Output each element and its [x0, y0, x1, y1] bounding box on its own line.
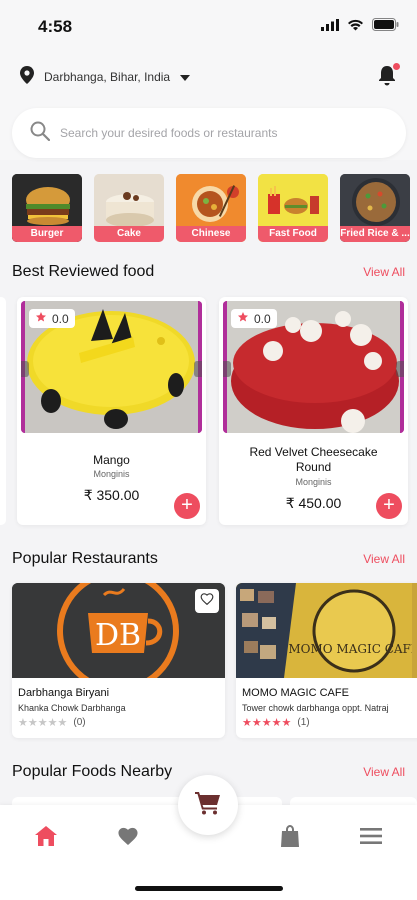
category-burger[interactable]: Burger: [12, 174, 82, 242]
wifi-icon: [347, 18, 364, 36]
popular-foods-nearby-title: Popular Foods Nearby: [12, 763, 173, 780]
home-icon: [35, 825, 57, 851]
rating-value: 0.0: [254, 311, 271, 326]
star-rating: ★★★★★: [18, 716, 67, 729]
food-restaurant: Monginis: [295, 477, 332, 487]
menu-icon: [360, 827, 382, 849]
location-pin-icon: [20, 66, 34, 87]
food-name: Red Velvet Cheesecake Round: [249, 445, 378, 474]
favorite-button[interactable]: [195, 589, 219, 613]
best-reviewed-view-all[interactable]: View All: [363, 265, 405, 279]
bell-icon: [377, 66, 397, 90]
category-chinese[interactable]: Chinese: [176, 174, 246, 242]
star-icon: ★: [57, 717, 68, 729]
notification-badge: [393, 63, 400, 70]
category-label: Burger: [12, 226, 82, 242]
plus-icon: +: [383, 494, 395, 516]
rating-count: (1): [297, 717, 310, 728]
cart-button[interactable]: [178, 775, 238, 835]
food-card[interactable]: 0.0 Mango Monginis ₹ 350.00 +: [17, 297, 206, 525]
category-cake[interactable]: Cake: [94, 174, 164, 242]
star-icon: ★: [18, 717, 28, 729]
home-indicator: [135, 886, 283, 891]
plus-icon: +: [181, 494, 193, 516]
restaurant-name: Darbhanga Biryani: [18, 687, 110, 699]
heart-outline-icon: [200, 592, 214, 610]
location-selector[interactable]: Darbhanga, Bihar, India: [20, 66, 191, 87]
rating-count: (0): [73, 717, 86, 728]
search-icon: [30, 121, 51, 146]
star-icon: ★: [37, 717, 48, 729]
search-bar[interactable]: [12, 108, 406, 158]
rating-badge: 0.0: [231, 309, 277, 328]
signal-icon: [321, 18, 339, 36]
restaurant-image: DB: [12, 583, 225, 678]
food-price: ₹ 450.00: [285, 495, 342, 511]
popular-foods-nearby-view-all[interactable]: View All: [363, 765, 405, 779]
header: Darbhanga, Bihar, India: [0, 50, 417, 160]
rating-badge: 0.0: [29, 309, 75, 328]
notification-button[interactable]: [377, 63, 400, 91]
carousel-next-arrow[interactable]: [194, 361, 202, 377]
battery-icon: [372, 18, 399, 36]
category-label: Chinese: [176, 226, 246, 242]
carousel-prev-arrow[interactable]: [223, 361, 231, 377]
nav-orders[interactable]: [277, 824, 303, 852]
star-icon: ★: [47, 717, 58, 729]
star-icon: ★: [251, 717, 262, 729]
restaurant-address: Khanka Chowk Darbhanga: [18, 703, 126, 713]
restaurant-card[interactable]: MOMO MAGIC CAFE MOMO MAGIC CAFE Tower ch…: [236, 583, 417, 738]
add-to-cart-button[interactable]: +: [376, 493, 402, 519]
chevron-down-icon: [180, 70, 191, 84]
heart-icon: [116, 825, 140, 851]
star-icon: ★: [242, 717, 252, 729]
star-icon: ★: [271, 717, 282, 729]
carousel-prev-arrow[interactable]: [21, 361, 29, 377]
previous-food-card-edge[interactable]: [0, 297, 6, 525]
category-label: Fast Food: [258, 226, 328, 242]
best-reviewed-title: Best Reviewed food: [12, 263, 155, 280]
nav-menu[interactable]: [358, 825, 384, 851]
restaurant-rating: ★★★★★ (0): [18, 716, 86, 729]
nav-favorites[interactable]: [115, 825, 141, 851]
restaurant-image: MOMO MAGIC CAFE: [236, 583, 417, 678]
food-name: Mango: [93, 453, 130, 467]
star-icon: [35, 311, 47, 326]
location-label: Darbhanga, Bihar, India: [44, 69, 171, 84]
category-label: Fried Rice & ...: [340, 226, 410, 242]
status-icons: [321, 18, 399, 36]
nav-home[interactable]: [33, 825, 59, 851]
status-bar: 4:58: [0, 0, 417, 50]
category-fried-rice[interactable]: Fried Rice & ...: [340, 174, 410, 242]
star-icon: ★: [261, 717, 272, 729]
food-image: 0.0: [223, 301, 404, 433]
search-input[interactable]: [60, 126, 380, 140]
star-icon: [237, 311, 249, 326]
restaurant-rating: ★★★★★ (1): [242, 716, 310, 729]
popular-restaurants-view-all[interactable]: View All: [363, 552, 405, 566]
category-label: Cake: [94, 226, 164, 242]
restaurant-logo-text: DB: [95, 618, 141, 653]
cart-icon: [195, 791, 221, 820]
restaurant-name: MOMO MAGIC CAFE: [242, 687, 349, 699]
restaurant-logo-text: MOMO MAGIC CAFE: [288, 642, 417, 656]
food-card[interactable]: 0.0 Red Velvet Cheesecake Round Monginis…: [219, 297, 408, 525]
star-icon: ★: [281, 717, 292, 729]
rating-value: 0.0: [52, 311, 69, 326]
food-restaurant: Monginis: [93, 469, 130, 479]
category-list: Burger Cake Chinese Fast Food Fried Rice…: [12, 174, 410, 242]
restaurant-card[interactable]: DB Darbhanga Biryani Khanka Chowk Darbha…: [12, 583, 225, 738]
carousel-next-arrow[interactable]: [396, 361, 404, 377]
star-icon: ★: [27, 717, 38, 729]
food-price: ₹ 350.00: [83, 487, 140, 503]
popular-restaurants-title: Popular Restaurants: [12, 550, 158, 567]
category-fast-food[interactable]: Fast Food: [258, 174, 328, 242]
shopping-bag-icon: [280, 824, 300, 852]
add-to-cart-button[interactable]: +: [174, 493, 200, 519]
food-image: 0.0: [21, 301, 202, 433]
restaurant-address: Tower chowk darbhanga oppt. Natraj: [242, 703, 389, 713]
status-time: 4:58: [38, 17, 73, 36]
star-rating: ★★★★★: [242, 716, 291, 729]
